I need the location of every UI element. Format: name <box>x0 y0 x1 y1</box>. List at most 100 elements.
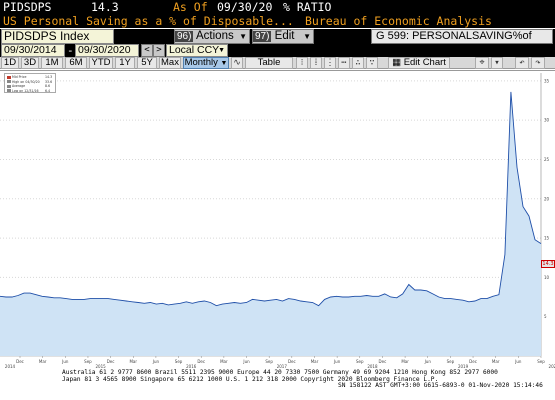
description-header: US Personal Saving as a % of Disposable.… <box>0 14 555 28</box>
dotted-grid-icon[interactable]: ⁝ <box>296 57 308 69</box>
x-tick-label: Dec <box>16 359 24 364</box>
x-tick-label: Jun <box>514 359 522 364</box>
y-tick-label: 20 <box>544 196 550 201</box>
chevron-down-icon: ▼ <box>218 47 225 54</box>
x-tick-label: Sep <box>265 359 273 364</box>
y-tick-label: 30 <box>544 118 550 123</box>
dotted-grid-icon[interactable]: ⁞ <box>310 57 322 69</box>
x-tick-label: Jun <box>152 359 160 364</box>
legend-item: Mid Price 14.3 <box>7 75 52 79</box>
legend-label: High on 04/30/20 <box>12 79 40 84</box>
security-header: PIDSDPS 14.3 As Of 09/30/20 % RATIO <box>0 0 555 14</box>
legend-swatch <box>7 80 11 83</box>
x-tick-label: Jun <box>424 359 432 364</box>
previous-period-button[interactable]: < <box>141 44 153 57</box>
x-tick-label: Mar <box>492 359 500 364</box>
legend-item: High on 04/30/20 33.6 <box>7 79 52 84</box>
x-tick-label: Dec <box>379 359 387 364</box>
footer-session-info: SN 158122 AST GMT+3:00 G615-6893-0 01-No… <box>338 382 543 389</box>
y-tick-label: 5 <box>544 314 547 319</box>
currency-select[interactable]: Local CCY ▼ <box>166 44 228 57</box>
edit-number: 97) <box>253 31 272 42</box>
x-tick-label: Sep <box>84 359 92 364</box>
edit-chart-icon: ▦ <box>392 57 402 68</box>
chart-panel: 5 10 15 20 25 30 35 Dec Mar Jun Sep Dec Mar Jun Sep De… <box>0 70 555 370</box>
edit-chart-button[interactable]: ▦ Edit Chart <box>388 57 450 69</box>
dotted-grid-icon[interactable]: ∴ <box>352 57 364 69</box>
x-year-label: 2014 <box>5 364 16 369</box>
date-range-bar: 09/30/2014 - 09/30/2020 < > Local CCY ▼ <box>0 44 555 57</box>
legend-value: 8.6 <box>45 84 51 88</box>
legend-label: Average <box>12 84 26 88</box>
y-tick-label: 10 <box>544 275 550 280</box>
x-tick-label: Dec <box>469 359 477 364</box>
legend-item: Low on 12/31/16 6.4 <box>7 88 50 93</box>
period-1m-button[interactable]: 1M <box>41 57 63 69</box>
period-bar: 1D 3D 1M 6M YTD 1Y 5Y Max Monthly ▼ ∿ Ta… <box>0 57 555 69</box>
series-area-fill <box>0 91 541 357</box>
last-value-badge: 14.3 <box>541 260 555 268</box>
y-tick-label: 25 <box>544 157 550 162</box>
legend-label: Low on 12/31/16 <box>12 88 39 93</box>
period-3d-button[interactable]: 3D <box>21 57 39 69</box>
actions-menu[interactable]: 96) Actions ▼ <box>174 29 250 44</box>
x-tick-label: Dec <box>288 359 296 364</box>
period-1d-button[interactable]: 1D <box>1 57 19 69</box>
x-tick-label: Mar <box>401 359 409 364</box>
dotted-grid-icon[interactable]: ∵ <box>366 57 378 69</box>
dotted-grid-icon[interactable]: ⋮ <box>324 57 336 69</box>
last-value: 14.3 <box>91 0 119 14</box>
end-date-input[interactable]: 09/30/2020 <box>75 44 139 57</box>
x-axis-ticks: Dec Mar Jun Sep Dec Mar Jun Sep Dec Mar Jun Sep Dec M… <box>5 356 555 369</box>
legend-item: Average 8.6 <box>7 84 50 88</box>
frequency-value: Monthly <box>184 57 218 68</box>
period-ytd-button[interactable]: YTD <box>89 57 113 69</box>
x-tick-label: Sep <box>175 359 183 364</box>
period-6m-button[interactable]: 6M <box>65 57 87 69</box>
chevron-down-icon: ▼ <box>303 32 311 41</box>
frequency-select[interactable]: Monthly ▼ <box>183 57 229 69</box>
actions-label: Actions <box>196 30 234 42</box>
x-tick-label: Mar <box>311 359 319 364</box>
x-tick-label: Sep <box>537 359 545 364</box>
y-tick-label: 15 <box>544 236 550 241</box>
actions-number: 96) <box>175 31 194 42</box>
x-tick-label: Dec <box>197 359 205 364</box>
x-year-label: 2020 <box>549 364 555 369</box>
edit-menu[interactable]: 97) Edit ▼ <box>252 29 314 44</box>
x-tick-label: Mar <box>39 359 47 364</box>
series-description: US Personal Saving as a % of Disposable.… <box>3 14 294 28</box>
date-separator: - <box>67 44 74 57</box>
table-button[interactable]: Table <box>245 57 293 69</box>
redo-icon[interactable]: ↷ <box>531 57 545 69</box>
edit-chart-label: Edit Chart <box>403 57 446 68</box>
period-1y-button[interactable]: 1Y <box>115 57 135 69</box>
security-input[interactable]: PIDSDPS Index <box>1 29 114 44</box>
savings-rate-chart[interactable]: 5101520253035 Dec Mar Jun Sep Dec Mar Jun Sep De… <box>0 71 555 371</box>
x-tick-label: Dec <box>107 359 115 364</box>
x-tick-label: Mar <box>129 359 137 364</box>
next-period-button[interactable]: > <box>153 44 165 57</box>
edit-label: Edit <box>274 30 295 42</box>
x-tick-label: Jun <box>333 359 341 364</box>
start-date-input[interactable]: 09/30/2014 <box>1 44 65 57</box>
y-tick-label: 35 <box>544 78 550 83</box>
toolbar-main: PIDSDPS Index 96) Actions ▼ 97) Edit ▼ G… <box>0 29 555 44</box>
dotted-grid-icon[interactable]: ⋯ <box>338 57 350 69</box>
x-tick-label: Jun <box>61 359 69 364</box>
legend-swatch <box>7 75 11 79</box>
period-5y-button[interactable]: 5Y <box>137 57 157 69</box>
legend-value: 33.6 <box>45 79 53 84</box>
ticker-code: PIDSDPS <box>3 0 52 14</box>
line-chart-icon[interactable]: ∿ <box>231 57 243 69</box>
annotation-icon[interactable]: ⌖ <box>475 57 489 69</box>
x-tick-label: Sep <box>356 359 364 364</box>
undo-icon[interactable]: ↶ <box>515 57 529 69</box>
chart-function-title: G 599: PERSONALSAVING%of <box>371 29 553 44</box>
chevron-down-icon: ▼ <box>220 60 228 67</box>
y-axis-ticks: 5 10 15 20 25 30 35 <box>544 78 550 319</box>
legend-value: 6.4 <box>45 88 51 93</box>
period-max-button[interactable]: Max <box>159 57 181 69</box>
settings-icon[interactable]: ▾ <box>491 57 503 69</box>
currency-value: Local CCY <box>169 44 220 56</box>
